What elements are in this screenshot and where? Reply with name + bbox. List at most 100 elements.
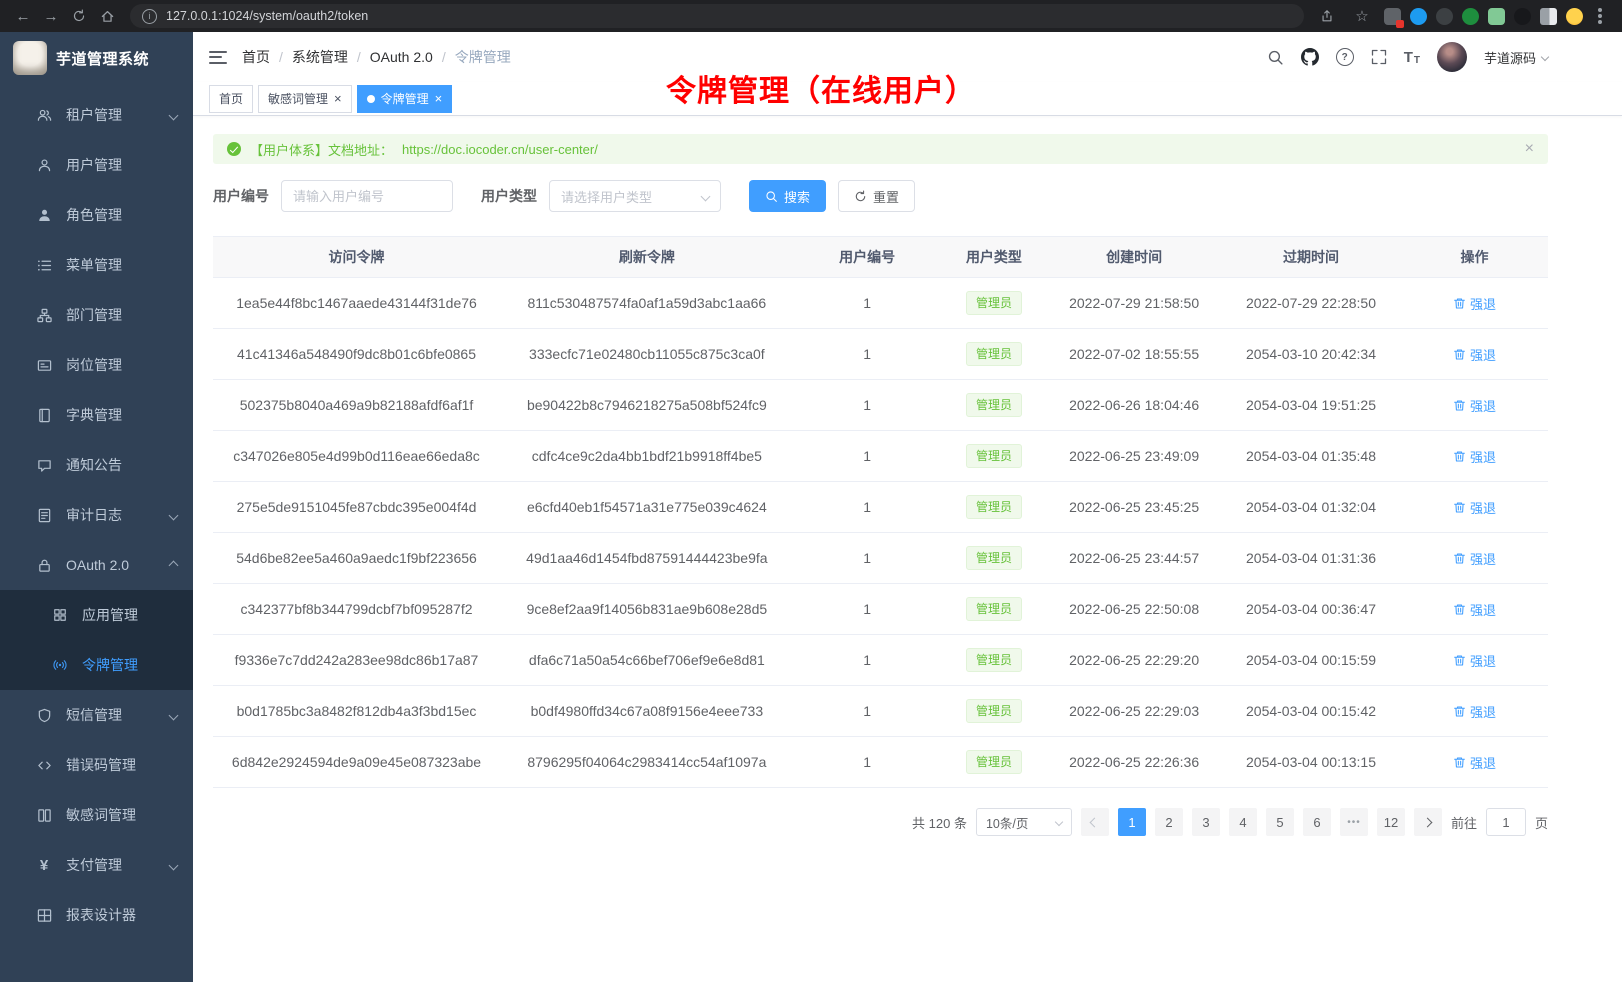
- sidebar-item-label: 令牌管理: [82, 655, 138, 675]
- bookmark-star-icon[interactable]: [1349, 3, 1375, 29]
- extension-icon[interactable]: [1436, 8, 1453, 25]
- extension-icon[interactable]: [1410, 8, 1427, 25]
- force-logout-button[interactable]: 强退: [1453, 600, 1496, 619]
- page-1-button[interactable]: 1: [1118, 808, 1146, 836]
- force-logout-button[interactable]: 强退: [1453, 702, 1496, 721]
- user-type-badge: 管理员: [966, 648, 1022, 672]
- home-icon[interactable]: [94, 3, 120, 29]
- user-type-badge: 管理员: [966, 495, 1022, 519]
- doc-alert: 【用户体系】文档地址： https://doc.iocoder.cn/user-…: [213, 134, 1548, 164]
- doc-link[interactable]: https://doc.iocoder.cn/user-center/: [402, 142, 598, 157]
- next-page-button[interactable]: [1414, 808, 1442, 836]
- info-icon[interactable]: [142, 9, 157, 24]
- tab-token[interactable]: 令牌管理: [357, 85, 453, 113]
- sidebar-item-notice[interactable]: 通知公告: [0, 440, 193, 490]
- sidebar-item-oauth2-token[interactable]: 令牌管理: [0, 640, 193, 690]
- force-logout-button[interactable]: 强退: [1453, 447, 1496, 466]
- close-icon[interactable]: [334, 92, 342, 105]
- split-view-icon[interactable]: [1540, 8, 1557, 25]
- goto-page-input[interactable]: [1486, 808, 1526, 836]
- search-icon[interactable]: [1267, 49, 1284, 66]
- tab-label: 令牌管理: [381, 90, 429, 107]
- force-logout-button[interactable]: 强退: [1453, 294, 1496, 313]
- force-logout-button[interactable]: 强退: [1453, 345, 1496, 364]
- extension-icon[interactable]: [1514, 8, 1531, 25]
- extension-icon[interactable]: [1488, 8, 1505, 25]
- browser-menu-icon[interactable]: [1598, 14, 1602, 18]
- profile-avatar[interactable]: [1566, 8, 1583, 25]
- page-4-button[interactable]: 4: [1229, 808, 1257, 836]
- sidebar-item-oauth2-app[interactable]: 应用管理: [0, 590, 193, 640]
- sidebar-item-payment[interactable]: 支付管理: [0, 840, 193, 890]
- oauth-lock-icon: [36, 557, 52, 573]
- sidebar-item-post[interactable]: 岗位管理: [0, 340, 193, 390]
- fullscreen-icon[interactable]: [1371, 49, 1387, 65]
- sidebar-item-audit-log[interactable]: 审计日志: [0, 490, 193, 540]
- breadcrumb-item-home[interactable]: 首页: [242, 47, 270, 67]
- page-12-button[interactable]: 12: [1377, 808, 1405, 836]
- sidebar-item-oauth2[interactable]: OAuth 2.0: [0, 540, 193, 590]
- back-icon[interactable]: [10, 3, 36, 29]
- url-bar[interactable]: 127.0.0.1:1024/system/oauth2/token: [130, 4, 1304, 28]
- url-text[interactable]: 127.0.0.1:1024/system/oauth2/token: [166, 9, 368, 23]
- force-logout-button[interactable]: 强退: [1453, 498, 1496, 517]
- search-button[interactable]: 搜索: [749, 180, 826, 212]
- tab-home[interactable]: 首页: [209, 85, 253, 113]
- sidebar-item-tenant[interactable]: 租户管理: [0, 90, 193, 140]
- forward-icon[interactable]: [38, 3, 64, 29]
- sidebar-item-sensitive-word[interactable]: 敏感词管理: [0, 790, 193, 840]
- sidebar-item-user[interactable]: 用户管理: [0, 140, 193, 190]
- reload-icon[interactable]: [66, 3, 92, 29]
- table-row: c342377bf8b344799dcbf7bf095287f2 9ce8ef2…: [213, 584, 1548, 635]
- more-pages-button[interactable]: •••: [1340, 808, 1368, 836]
- page-6-button[interactable]: 6: [1303, 808, 1331, 836]
- reset-button[interactable]: 重置: [838, 180, 915, 212]
- breadcrumb-item-oauth2[interactable]: OAuth 2.0: [370, 49, 433, 65]
- user-type-cell: 管理员: [941, 686, 1048, 737]
- column-header: 操作: [1401, 237, 1548, 278]
- tab-sensitive-word[interactable]: 敏感词管理: [258, 85, 352, 113]
- sidebar-item-sms[interactable]: 短信管理: [0, 690, 193, 740]
- font-size-icon[interactable]: [1404, 49, 1420, 66]
- breadcrumb-item-system[interactable]: 系统管理: [292, 47, 348, 67]
- sidebar-item-menu[interactable]: 菜单管理: [0, 240, 193, 290]
- prev-page-button[interactable]: [1081, 808, 1109, 836]
- sidebar-item-dict[interactable]: 字典管理: [0, 390, 193, 440]
- sidebar-item-role[interactable]: 角色管理: [0, 190, 193, 240]
- table-row: 1ea5e44f8bc1467aaede43144f31de76 811c530…: [213, 278, 1548, 329]
- share-icon[interactable]: [1314, 3, 1340, 29]
- close-icon[interactable]: [1525, 140, 1534, 158]
- force-logout-button[interactable]: 强退: [1453, 651, 1496, 670]
- page-size-select[interactable]: 10条/页: [976, 808, 1072, 836]
- sidebar-item-error-code[interactable]: 错误码管理: [0, 740, 193, 790]
- extension-icon[interactable]: [1384, 8, 1401, 25]
- alert-text: 【用户体系】文档地址：: [250, 140, 393, 159]
- user-type-badge: 管理员: [966, 750, 1022, 774]
- page-2-button[interactable]: 2: [1155, 808, 1183, 836]
- sidebar-item-dept[interactable]: 部门管理: [0, 290, 193, 340]
- force-logout-button[interactable]: 强退: [1453, 549, 1496, 568]
- github-icon[interactable]: [1301, 48, 1319, 66]
- user-id-cell: 1: [794, 278, 941, 329]
- force-logout-label: 强退: [1470, 549, 1496, 568]
- page-5-button[interactable]: 5: [1266, 808, 1294, 836]
- collapse-sidebar-icon[interactable]: [209, 51, 227, 64]
- help-icon[interactable]: [1336, 48, 1354, 66]
- sidebar-item-label: 菜单管理: [66, 255, 122, 275]
- user-id-input[interactable]: [281, 180, 453, 212]
- access-token-cell: 1ea5e44f8bc1467aaede43144f31de76: [213, 278, 500, 329]
- search-button-label: 搜索: [784, 187, 810, 206]
- table-row: c347026e805e4d99b0d116eae66eda8c cdfc4ce…: [213, 431, 1548, 482]
- page-3-button[interactable]: 3: [1192, 808, 1220, 836]
- user-type-select[interactable]: 请选择用户类型: [549, 180, 721, 212]
- user-avatar[interactable]: [1437, 42, 1467, 72]
- force-logout-button[interactable]: 强退: [1453, 396, 1496, 415]
- sidebar-item-report-designer[interactable]: 报表设计器: [0, 890, 193, 940]
- app-logo-row[interactable]: 芋道管理系统: [0, 32, 193, 84]
- user-type-cell: 管理员: [941, 533, 1048, 584]
- force-logout-button[interactable]: 强退: [1453, 753, 1496, 772]
- extension-icon[interactable]: [1462, 8, 1479, 25]
- force-logout-label: 强退: [1470, 702, 1496, 721]
- close-icon[interactable]: [435, 92, 443, 105]
- user-menu[interactable]: 芋道源码: [1484, 48, 1548, 67]
